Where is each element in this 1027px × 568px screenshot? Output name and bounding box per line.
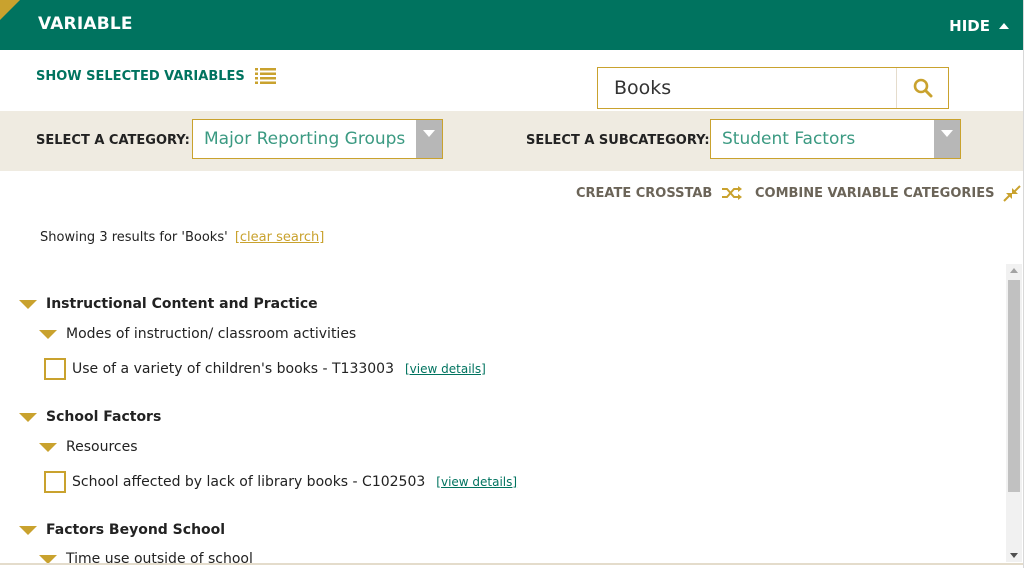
combine-label: COMBINE VARIABLE CATEGORIES: [755, 186, 995, 201]
search-box: [597, 67, 949, 109]
results-list: Instructional Content and Practice Modes…: [0, 262, 1005, 563]
chevron-down-icon: [934, 120, 960, 158]
right-border: [1023, 0, 1024, 568]
corner-accent: [0, 0, 20, 20]
variable-checkbox[interactable]: [44, 471, 66, 493]
category-label: SELECT A CATEGORY:: [36, 133, 190, 148]
create-crosstab-button[interactable]: CREATE CROSSTAB: [576, 185, 743, 201]
scroll-up-icon[interactable]: [1010, 268, 1018, 273]
panel-title: VARIABLE: [38, 14, 133, 34]
panel-header: VARIABLE HIDE: [0, 0, 1023, 50]
scroll-thumb[interactable]: [1008, 280, 1020, 492]
subcategory-label: SELECT A SUBCATEGORY:: [526, 133, 710, 148]
results-scrollbar[interactable]: [1006, 264, 1022, 562]
hide-button[interactable]: HIDE: [949, 17, 1009, 35]
category-group[interactable]: School Factors: [19, 409, 161, 425]
clear-search-link[interactable]: [clear search]: [235, 230, 325, 245]
show-selected-variables-button[interactable]: SHOW SELECTED VARIABLES: [36, 68, 276, 84]
shuffle-icon: [722, 186, 743, 200]
triangle-down-icon: [39, 554, 57, 563]
category-group[interactable]: Factors Beyond School: [19, 522, 225, 538]
subcategory-group-label: Resources: [66, 439, 138, 455]
combine-variable-categories-button[interactable]: COMBINE VARIABLE CATEGORIES: [755, 185, 1022, 202]
category-group-label: Factors Beyond School: [46, 522, 226, 538]
caret-up-icon: [999, 23, 1009, 29]
triangle-down-icon: [39, 329, 57, 339]
search-icon: [913, 78, 932, 98]
chevron-down-icon: [416, 120, 442, 158]
results-count-text: Showing 3 results for 'Books': [40, 230, 228, 245]
category-group-label: Instructional Content and Practice: [46, 296, 318, 312]
subcategory-group-label: Modes of instruction/ classroom activiti…: [66, 326, 357, 342]
category-select[interactable]: Major Reporting Groups: [192, 119, 443, 159]
compress-icon: [1003, 185, 1022, 202]
category-group-label: School Factors: [46, 409, 162, 425]
subcategory-select[interactable]: Student Factors: [710, 119, 961, 159]
subcategory-group[interactable]: Time use outside of school: [39, 551, 253, 563]
variable-item: Use of a variety of children's books - T…: [44, 358, 486, 380]
triangle-down-icon: [19, 525, 37, 535]
subcategory-group-label: Time use outside of school: [66, 551, 253, 563]
variable-item: School affected by lack of library books…: [44, 471, 517, 493]
hide-label: HIDE: [949, 17, 990, 35]
triangle-down-icon: [39, 442, 57, 452]
category-group[interactable]: Instructional Content and Practice: [19, 296, 318, 312]
subcategory-group[interactable]: Resources: [39, 439, 138, 455]
variable-label: School affected by lack of library books…: [72, 474, 426, 490]
subcategory-selected-value: Student Factors: [722, 129, 856, 149]
show-selected-label: SHOW SELECTED VARIABLES: [36, 68, 245, 84]
triangle-down-icon: [19, 299, 37, 309]
variable-label: Use of a variety of children's books - T…: [72, 361, 394, 377]
search-button[interactable]: [896, 68, 948, 108]
triangle-down-icon: [19, 412, 37, 422]
create-crosstab-label: CREATE CROSSTAB: [576, 185, 713, 201]
category-selected-value: Major Reporting Groups: [204, 129, 406, 149]
results-summary: Showing 3 results for 'Books' [clear sea…: [40, 230, 324, 245]
variable-checkbox[interactable]: [44, 358, 66, 380]
list-icon: [254, 68, 276, 84]
category-bar: SELECT A CATEGORY: Major Reporting Group…: [0, 111, 1023, 171]
subcategory-group[interactable]: Modes of instruction/ classroom activiti…: [39, 326, 356, 342]
view-details-link[interactable]: [view details]: [436, 475, 517, 489]
search-input[interactable]: [598, 68, 898, 108]
bottom-divider: [0, 563, 1023, 565]
scroll-down-icon[interactable]: [1010, 553, 1018, 558]
view-details-link[interactable]: [view details]: [405, 362, 486, 376]
